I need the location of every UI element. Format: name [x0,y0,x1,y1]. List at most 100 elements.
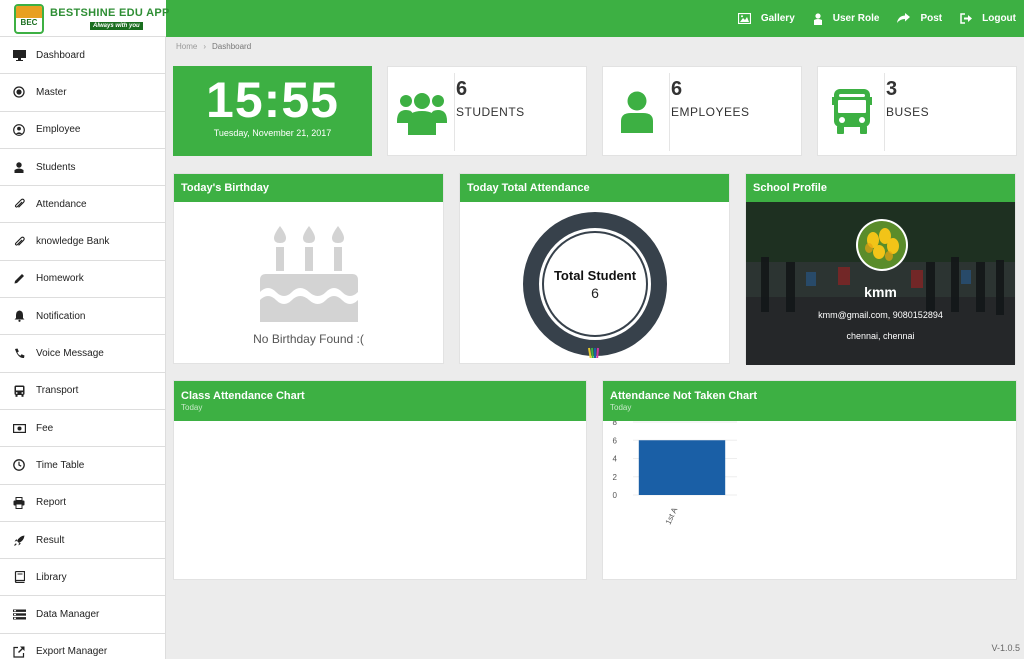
school-profile-panel: School Profile kmm kmm@gmail.com, 908015… [745,173,1016,365]
stat-buses-count: 3 [886,78,898,100]
y-tick-label: 4 [613,455,618,464]
breadcrumb-home[interactable]: Home [176,42,197,51]
school-name: kmm [864,284,897,300]
y-tick-label: 2 [613,473,618,482]
sidebar-item-label: Report [36,497,67,509]
nav-gallery[interactable]: Gallery [737,13,795,24]
sidebar-item-transport[interactable]: Transport [0,373,165,410]
sidebar-item-dashboard[interactable]: Dashboard [0,37,165,75]
x-tick-label: 1st A [664,505,680,526]
school-profile-title: School Profile [746,174,1015,202]
class-attendance-subtitle: Today [181,403,203,412]
school-avatar [856,219,908,271]
sidebar-item-label: Export Manager [36,646,108,658]
sidebar-item-label: Transport [36,385,79,397]
breadcrumb: Home › Dashboard [176,42,251,51]
brand-emblem-icon: BEC [14,4,44,34]
sidebar-item-students[interactable]: Students [0,149,165,187]
logout-icon [960,13,973,24]
sidebar-item-label: Employee [36,124,81,136]
sidebar-item-label: Data Manager [36,609,100,621]
sidebar-item-employee[interactable]: Employee [0,112,165,149]
top-bar: BEC BESTSHINE EDU APP Always with you Ga… [0,0,1024,37]
class-attendance-title: Class Attendance Chart [181,390,305,402]
sidebar-item-attendance[interactable]: Attendance [0,186,165,224]
sidebar-item-label: Master [36,86,67,98]
external-link-icon [12,646,26,658]
attendance-panel-title: Today Total Attendance [460,174,729,202]
nav-user-role-label: User Role [832,13,880,24]
school-contact: kmm@gmail.com, 9080152894 [818,310,943,320]
stat-students-count: 6 [456,78,468,100]
nav-user-role[interactable]: User Role [813,12,880,25]
y-tick-label: 6 [613,436,618,445]
stat-students-label: STUDENTS [456,105,525,119]
user-icon [12,161,26,173]
clock-widget: 15:55 Tuesday, November 21, 2017 [173,66,372,156]
user-circle-icon [12,123,26,136]
sidebar-item-label: Notification [36,310,86,322]
sidebar-item-knowledge-bank[interactable]: knowledge Bank [0,223,165,261]
brand-logo[interactable]: BEC BESTSHINE EDU APP Always with you [0,0,169,37]
stat-buses[interactable]: 3 BUSES [817,66,1017,156]
user-icon [609,85,665,139]
record-icon [12,86,26,99]
nav-logout-label: Logout [982,13,1016,24]
sidebar-item-fee[interactable]: Fee [0,410,165,448]
tasks-icon [12,609,26,621]
stat-employees[interactable]: 6 EMPLOYEES [602,66,802,156]
sidebar-item-homework[interactable]: Homework [0,261,165,299]
class-attendance-panel: Class Attendance Chart Today [173,380,587,580]
sidebar-item-export-manager[interactable]: Export Manager [0,634,165,659]
share-icon [897,13,911,23]
birthday-panel-title: Today's Birthday [174,174,443,202]
not-taken-panel: Attendance Not Taken Chart Today 0 2 4 6 8 1s… [602,380,1017,580]
sidebar-item-time-table[interactable]: Time Table [0,447,165,485]
paperclip-icon [12,198,26,210]
sidebar-item-master[interactable]: Master [0,74,165,112]
clock-date: Tuesday, November 21, 2017 [213,128,332,138]
sidebar-item-label: Attendance [36,198,87,210]
attendance-donut-chart: Total Student 6 [523,212,667,358]
not-taken-title: Attendance Not Taken Chart [610,390,758,402]
money-icon [12,422,26,434]
sidebar-item-label: Time Table [36,459,85,471]
bus-icon [12,385,26,397]
clock-icon [12,459,26,472]
sidebar-item-notification[interactable]: Notification [0,298,165,336]
not-taken-bar-chart: 0 2 4 6 8 1st A [613,421,737,526]
sidebar-item-library[interactable]: Library [0,559,165,597]
bar [638,440,726,495]
y-tick-label: 0 [613,491,618,500]
users-group-icon [394,85,450,139]
sidebar-item-label: Fee [36,422,54,434]
user-lock-icon [813,12,822,25]
sidebar-item-label: knowledge Bank [36,236,110,248]
stat-buses-label: BUSES [886,105,930,119]
book-icon [12,571,26,584]
brand-title: BESTSHINE EDU APP [50,7,170,19]
sidebar-item-voice-message[interactable]: Voice Message [0,335,165,373]
sidebar-item-data-manager[interactable]: Data Manager [0,596,165,634]
y-tick-label: 8 [613,421,618,427]
sidebar-item-report[interactable]: Report [0,485,165,522]
birthday-empty-message: No Birthday Found :( [253,332,364,346]
version-label: V-1.0.5 [991,643,1020,653]
rocket-icon [12,534,26,546]
not-taken-subtitle: Today [610,403,632,412]
nav-logout[interactable]: Logout [960,13,1016,24]
attendance-center-value: 6 [591,285,599,301]
nav-post-label: Post [920,13,943,24]
attendance-center-label: Total Student [554,268,637,283]
brand-tagline: Always with you [90,22,143,30]
stat-employees-count: 6 [671,78,683,100]
print-icon [12,496,26,509]
sidebar-item-label: Result [36,534,65,546]
clock-time: 15:55 [206,72,339,128]
bell-icon [12,310,26,323]
paperclip-icon [12,236,26,248]
stat-students[interactable]: 6 STUDENTS [387,66,587,156]
nav-post[interactable]: Post [897,13,942,24]
pencil-icon [12,273,26,285]
sidebar-item-result[interactable]: Result [0,522,165,560]
